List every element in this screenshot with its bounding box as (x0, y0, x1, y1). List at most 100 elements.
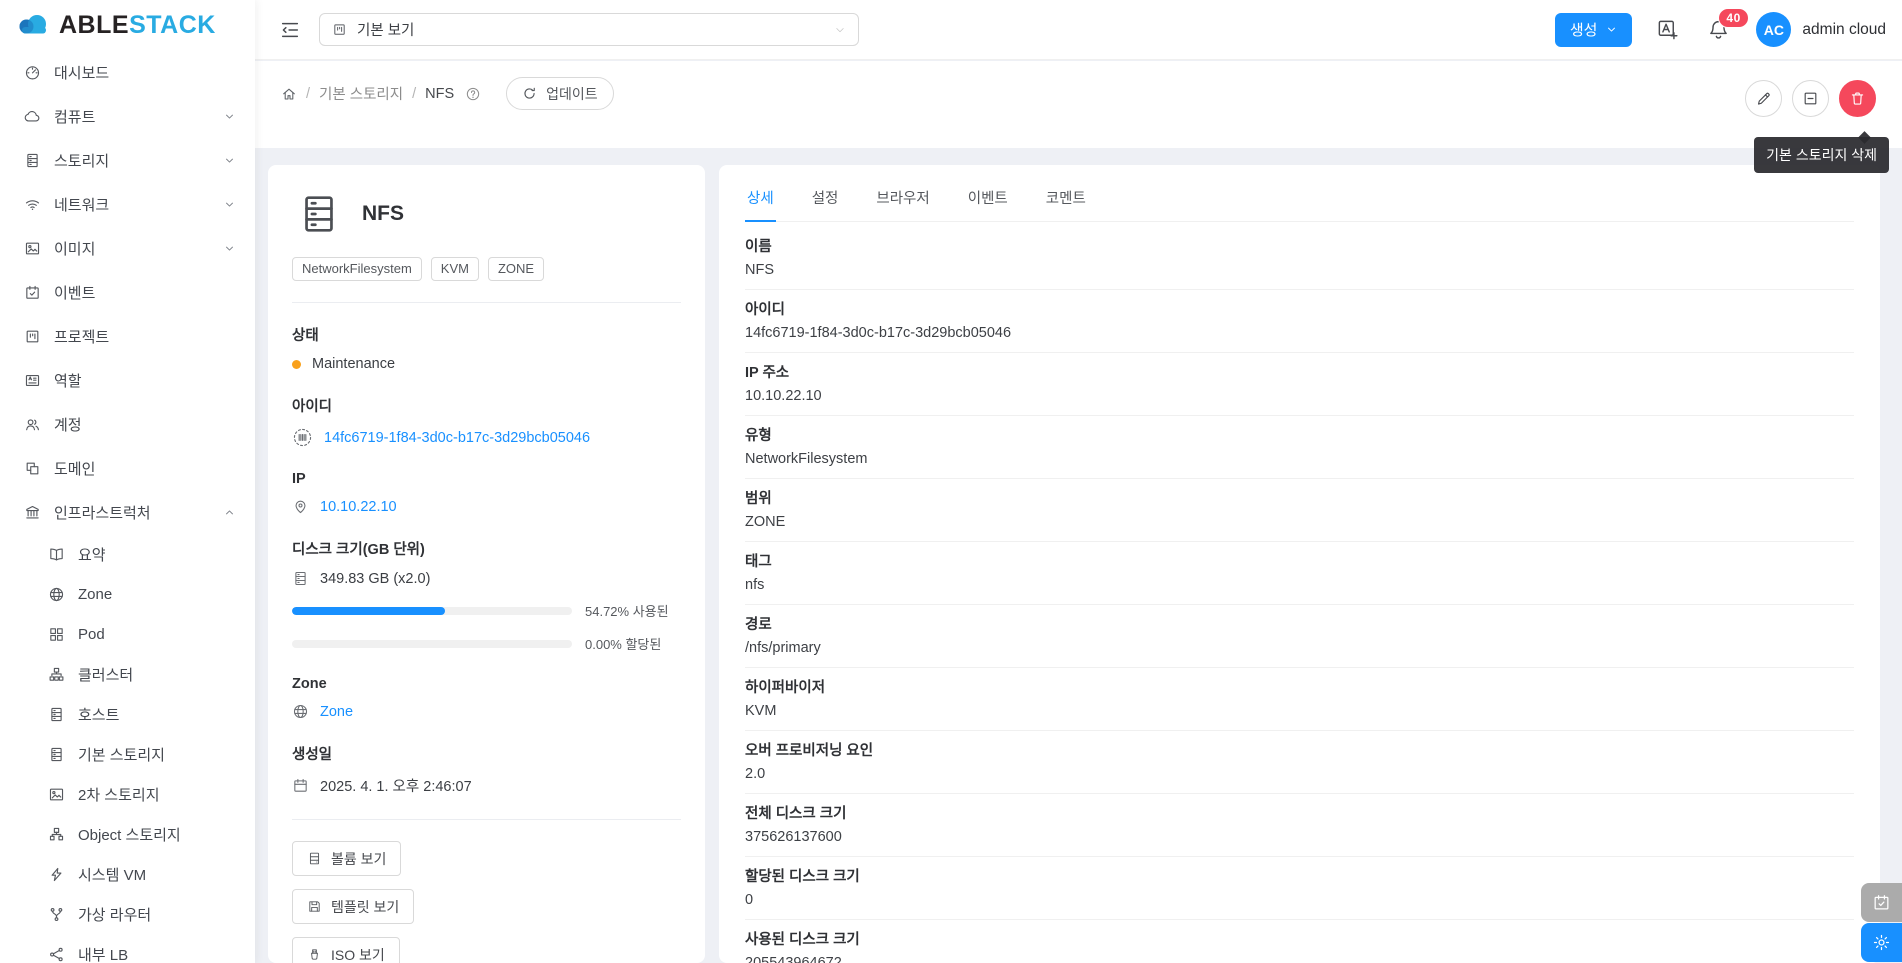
sidebar-item-label: Pod (78, 625, 105, 643)
sidebar-item-label: 기본 스토리지 (78, 746, 165, 764)
sidebar-item-cluster[interactable]: 클러스터 (0, 654, 255, 694)
cloud-icon (24, 108, 41, 125)
share-icon (48, 946, 65, 963)
sidebar-item-pod[interactable]: Pod (0, 614, 255, 654)
picture-icon (24, 240, 41, 257)
disk-used-progress: 54.72% 사용된 (292, 601, 681, 620)
username[interactable]: admin cloud (1802, 21, 1886, 39)
disk-size-section: 디스크 크기(GB 단위) 349.83 GB (x2.0) 54.72% 사용… (292, 538, 681, 653)
detail-row-ip: IP 주소 10.10.22.10 (745, 353, 1854, 416)
help-question-icon[interactable] (465, 86, 481, 102)
sidebar-item-infrastructure[interactable]: 인프라스트럭처 (0, 490, 255, 534)
fork-icon (48, 906, 65, 923)
tab-events[interactable]: 이벤트 (966, 174, 1010, 222)
sidebar-item-system-vm[interactable]: 시스템 VM (0, 854, 255, 894)
sidebar-item-storage[interactable]: 스토리지 (0, 138, 255, 182)
sidebar-item-compute[interactable]: 컴퓨트 (0, 94, 255, 138)
sidebar-item-domains[interactable]: 도메인 (0, 446, 255, 490)
breadcrumb-primary-storage[interactable]: 기본 스토리지 (319, 83, 403, 104)
sidebar-item-accounts[interactable]: 계정 (0, 402, 255, 446)
maintenance-button[interactable] (1792, 80, 1829, 117)
zone-link[interactable]: Zone (320, 704, 353, 720)
pencil-icon (1755, 90, 1772, 107)
tab-settings[interactable]: 설정 (810, 174, 841, 222)
sidebar-item-label: 내부 LB (78, 946, 129, 963)
sidebar-item-virtual-router[interactable]: 가상 라우터 (0, 894, 255, 934)
translate-icon[interactable] (1656, 18, 1679, 41)
tab-comments[interactable]: 코멘트 (1044, 174, 1088, 222)
menu-fold-icon[interactable] (279, 19, 301, 41)
tab-details[interactable]: 상세 (745, 174, 776, 222)
resource-header: NFS (296, 191, 681, 237)
resource-id-link[interactable]: 14fc6719-1f84-3d0c-b17c-3d29bcb05046 (324, 430, 590, 446)
bank-icon (24, 504, 41, 521)
detail-label: 경로 (745, 617, 772, 633)
tab-browser[interactable]: 브라우저 (874, 174, 931, 222)
create-button[interactable]: 생성 (1554, 12, 1633, 47)
resource-summary-card: NFS NetworkFilesystem KVM ZONE 상태 Mainte… (268, 165, 705, 963)
status-value: Maintenance (312, 356, 396, 372)
brand-logo[interactable]: ABLESTACK (0, 0, 255, 50)
main-nav: 대시보드 컴퓨트 스토리지 네트워크 이미지 이벤트 프로젝트 역할 계정 도메… (0, 50, 255, 963)
sidebar-item-dashboard[interactable]: 대시보드 (0, 50, 255, 94)
notification-bell-icon[interactable]: 40 (1707, 8, 1749, 41)
sidebar-item-internal-lb[interactable]: 내부 LB (0, 934, 255, 963)
breadcrumb-separator: / (306, 85, 311, 102)
sidebar-item-events[interactable]: 이벤트 (0, 270, 255, 314)
edit-button[interactable] (1745, 80, 1782, 117)
home-icon[interactable] (281, 86, 297, 102)
save-icon (307, 899, 322, 914)
chevron-down-icon (834, 24, 846, 36)
storage-resource-icon (296, 191, 342, 237)
ip-link[interactable]: 10.10.22.10 (320, 499, 397, 515)
event-log-float-button[interactable] (1861, 883, 1902, 922)
brand-wordmark: ABLESTACK (59, 10, 216, 39)
detail-label: 범위 (745, 491, 772, 507)
sidebar-item-network[interactable]: 네트워크 (0, 182, 255, 226)
chevron-down-icon (224, 243, 235, 254)
sidebar-item-label: 요약 (78, 546, 106, 564)
detail-row-path: 경로 /nfs/primary (745, 605, 1854, 668)
hdd-icon (307, 851, 322, 866)
sidebar-item-primary-storage[interactable]: 기본 스토리지 (0, 734, 255, 774)
sidebar-item-label: Zone (78, 585, 113, 603)
page-header: / 기본 스토리지 / NFS 업데이트 (255, 61, 1902, 148)
detail-row-name: 이름 NFS (745, 227, 1854, 290)
progress-fill (292, 606, 446, 615)
tag-scope: ZONE (487, 257, 545, 281)
sidebar-item-roles[interactable]: 역할 (0, 358, 255, 402)
breadcrumb: / 기본 스토리지 / NFS 업데이트 (281, 77, 614, 110)
detail-label: 전체 디스크 크기 (745, 806, 847, 822)
sidebar-item-projects[interactable]: 프로젝트 (0, 314, 255, 358)
user-avatar[interactable]: AC (1756, 12, 1792, 47)
resource-tags: NetworkFilesystem KVM ZONE (292, 257, 681, 281)
sidebar-item-secondary-storage[interactable]: 2차 스토리지 (0, 774, 255, 814)
refresh-button[interactable]: 업데이트 (506, 77, 614, 110)
view-volumes-label: 볼륨 보기 (331, 850, 387, 867)
refresh-button-label: 업데이트 (546, 85, 598, 102)
view-templates-button[interactable]: 템플릿 보기 (292, 889, 415, 924)
view-volumes-button[interactable]: 볼륨 보기 (292, 841, 402, 876)
sidebar-item-label: 호스트 (78, 706, 120, 724)
detail-label: 오버 프로비저닝 요인 (745, 743, 874, 759)
book-icon (48, 546, 65, 563)
sidebar-item-object-storage[interactable]: Object 스토리지 (0, 814, 255, 854)
sidebar-item-zone[interactable]: Zone (0, 574, 255, 614)
view-iso-button[interactable]: ISO 보기 (292, 937, 400, 963)
sidebar-item-label: 도메인 (54, 460, 96, 478)
settings-float-button[interactable] (1861, 923, 1902, 962)
sidebar-item-summary[interactable]: 요약 (0, 534, 255, 574)
sidebar-item-images[interactable]: 이미지 (0, 226, 255, 270)
project-icon (332, 22, 347, 37)
id-label: 아이디 (292, 399, 333, 415)
sidebar-item-host[interactable]: 호스트 (0, 694, 255, 734)
database-icon (24, 152, 41, 169)
status-section: 상태 Maintenance (292, 324, 681, 372)
resource-quick-actions: 볼륨 보기 템플릿 보기 ISO 보기 (292, 841, 681, 963)
apartment-icon (48, 826, 65, 843)
dashboard-icon (24, 64, 41, 81)
detail-rows: 이름 NFS 아이디 14fc6719-1f84-3d0c-b17c-3d29b… (745, 222, 1854, 963)
delete-button[interactable] (1839, 80, 1876, 117)
sidebar-item-label: 스토리지 (54, 152, 110, 170)
project-view-select[interactable]: 기본 보기 (319, 13, 859, 46)
